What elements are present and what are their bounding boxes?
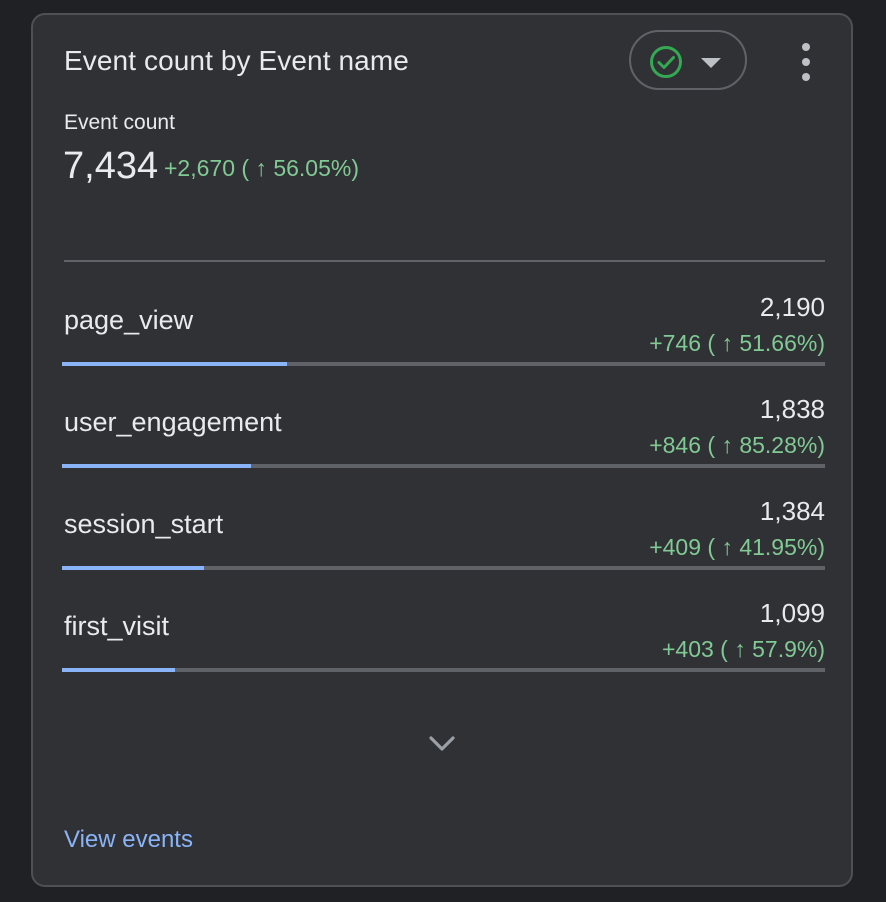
comparison-chip[interactable]: [629, 30, 747, 90]
share-bar-fill: [62, 464, 251, 468]
event-delta: +403 ( ↑ 57.9%): [661, 636, 825, 662]
event-count-card: Event count by Event name Event count 7,…: [31, 13, 853, 887]
share-bar-track: [62, 464, 825, 468]
event-value: 2,190: [759, 292, 825, 322]
event-value: 1,384: [759, 496, 825, 526]
event-row-page-view[interactable]: page_view 2,190 +746 ( ↑ 51.66%): [62, 276, 825, 378]
event-row-first-visit[interactable]: first_visit 1,099 +403 ( ↑ 57.9%): [62, 582, 825, 684]
metric-label: Event count: [64, 111, 175, 134]
divider: [64, 260, 825, 262]
share-bar-track: [62, 362, 825, 366]
view-events-link[interactable]: View events: [64, 826, 193, 854]
event-row-user-engagement[interactable]: user_engagement 1,838 +846 ( ↑ 85.28%): [62, 378, 825, 480]
more-vert-icon[interactable]: [793, 43, 819, 83]
share-bar-fill: [62, 362, 287, 366]
share-bar-track: [62, 668, 825, 672]
event-delta: +409 ( ↑ 41.95%): [649, 534, 825, 560]
share-bar-track: [62, 566, 825, 570]
event-name: first_visit: [64, 611, 170, 641]
metric-total: 7,434: [63, 145, 159, 187]
event-delta: +746 ( ↑ 51.66%): [649, 330, 825, 356]
event-row-session-start[interactable]: session_start 1,384 +409 ( ↑ 41.95%): [62, 480, 825, 582]
event-name: page_view: [64, 305, 194, 335]
event-value: 1,099: [759, 598, 825, 628]
metric-delta: +2,670 ( ↑ 56.05%): [164, 155, 359, 181]
check-circle-icon: [650, 46, 682, 78]
share-bar-fill: [62, 566, 205, 570]
event-name: user_engagement: [64, 407, 282, 437]
share-bar-fill: [62, 668, 175, 672]
chevron-down-icon[interactable]: [427, 731, 457, 755]
event-name: session_start: [64, 509, 224, 539]
event-delta: +846 ( ↑ 85.28%): [649, 432, 825, 458]
card-title: Event count by Event name: [64, 45, 409, 76]
caret-down-icon: [701, 58, 721, 68]
event-value: 1,838: [759, 394, 825, 424]
